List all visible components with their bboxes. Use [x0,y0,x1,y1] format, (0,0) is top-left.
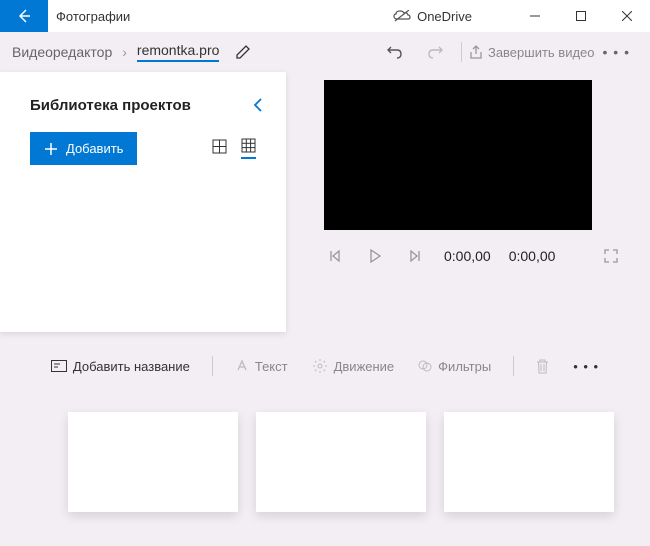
play-button[interactable] [364,249,386,263]
app-title: Фотографии [56,9,393,24]
add-button[interactable]: Добавить [30,132,137,165]
collapse-button[interactable] [252,96,264,114]
storyboard-clip[interactable] [68,412,238,512]
storyboard-clip[interactable] [444,412,614,512]
close-button[interactable] [604,0,650,32]
text-icon [235,359,249,373]
edit-toolbar-divider [513,356,514,376]
motion-label: Движение [334,359,395,374]
next-frame-button[interactable] [404,250,426,262]
chevron-left-icon [252,96,264,114]
more-options-button[interactable]: • • • [603,44,630,60]
filters-label: Фильтры [438,359,491,374]
step-forward-icon [409,250,421,262]
titlebar: Фотографии OneDrive [0,0,650,32]
fullscreen-button[interactable] [600,249,622,263]
play-icon [369,249,381,263]
grid-small-button[interactable] [241,138,256,159]
finish-video-button[interactable]: Завершить видео [468,32,595,72]
close-icon [622,11,632,21]
onedrive-label: OneDrive [417,9,472,24]
plus-icon [44,142,58,156]
total-time: 0:00,00 [509,248,556,264]
current-time: 0:00,00 [444,248,491,264]
storyboard-clip[interactable] [256,412,426,512]
chevron-right-icon: › [122,44,127,60]
edit-toolbar-divider [212,356,213,376]
add-button-label: Добавить [66,141,123,156]
more-edit-button[interactable]: • • • [563,353,609,380]
window-controls [512,0,650,32]
finish-video-label: Завершить видео [488,45,595,60]
pencil-icon [235,44,251,60]
filters-icon [418,359,432,373]
minimize-icon [530,11,540,21]
arrow-left-icon [16,8,32,24]
toolbar-divider [461,42,462,62]
view-toggle [212,138,256,159]
breadcrumb: Видеоредактор › remontka.pro [12,42,219,62]
storyboard [0,390,650,512]
redo-icon [426,43,444,61]
grid-3x3-icon [241,138,256,153]
minimize-button[interactable] [512,0,558,32]
undo-icon [386,43,404,61]
library-title: Библиотека проектов [30,97,191,114]
cloud-off-icon [393,10,411,22]
onedrive-status[interactable]: OneDrive [393,9,472,24]
preview-panel: 0:00,00 0:00,00 [286,72,650,332]
add-title-label: Добавить название [73,359,190,374]
breadcrumb-root[interactable]: Видеоредактор [12,44,112,60]
library-header: Библиотека проектов [0,72,286,132]
delete-button [526,353,559,380]
back-button[interactable] [0,0,48,32]
maximize-button[interactable] [558,0,604,32]
library-actions: Добавить [0,132,286,165]
title-card-icon [51,360,67,372]
fullscreen-icon [604,249,618,263]
prev-frame-button[interactable] [324,250,346,262]
motion-button: Движение [302,353,405,380]
filters-button: Фильтры [408,353,501,380]
undo-button[interactable] [375,32,415,72]
trash-icon [536,359,549,374]
text-label: Текст [255,359,288,374]
player-controls: 0:00,00 0:00,00 [324,248,622,264]
step-back-icon [329,250,341,262]
redo-button[interactable] [415,32,455,72]
grid-large-button[interactable] [212,139,227,158]
motion-icon [312,359,328,373]
add-title-button[interactable]: Добавить название [41,353,200,380]
video-preview[interactable] [324,80,592,230]
main-row: Библиотека проектов Добавить [0,72,650,332]
text-button: Текст [225,353,298,380]
edit-toolbar: Добавить название Текст Движение Фильтры… [0,342,650,390]
maximize-icon [576,11,586,21]
export-icon [468,44,484,60]
grid-2x2-icon [212,139,227,154]
library-panel: Библиотека проектов Добавить [0,72,286,332]
rename-button[interactable] [235,44,251,60]
main-toolbar: Видеоредактор › remontka.pro Завершить в… [0,32,650,72]
breadcrumb-current[interactable]: remontka.pro [137,42,219,62]
